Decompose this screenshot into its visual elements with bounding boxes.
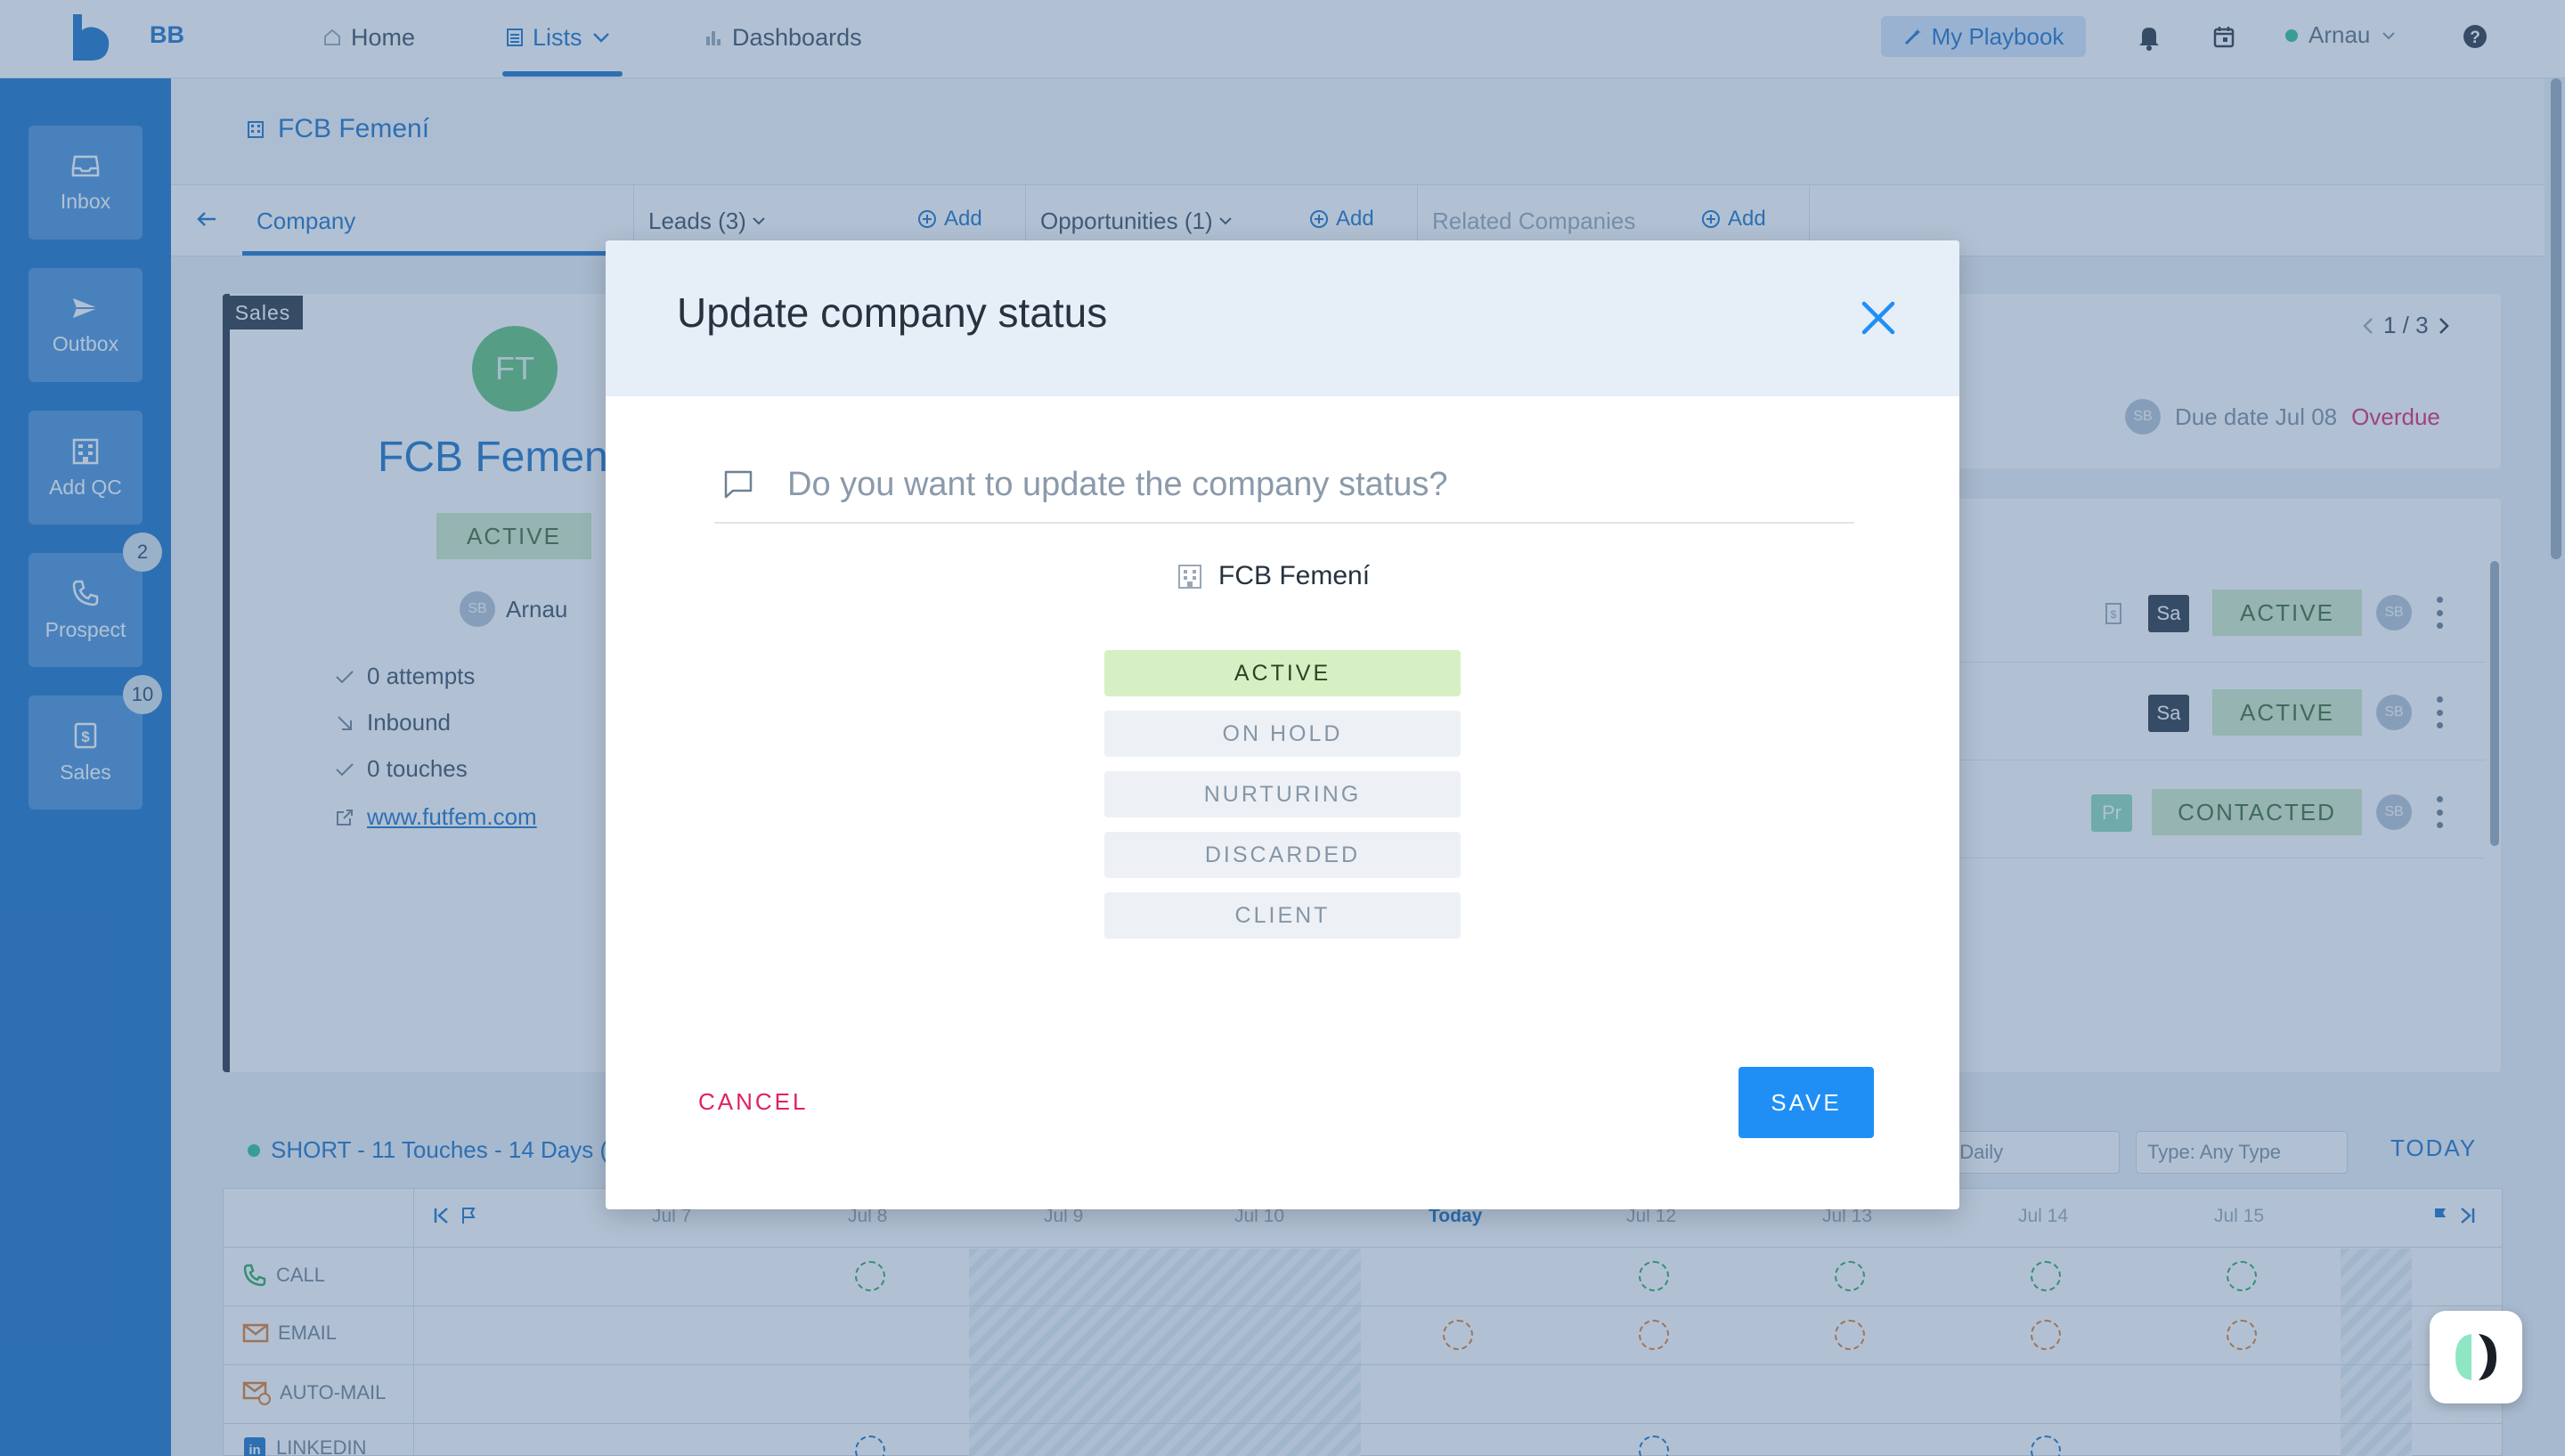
chat-widget-button[interactable]	[2430, 1311, 2522, 1403]
modal-title: Update company status	[677, 289, 1108, 336]
close-icon[interactable]	[1856, 296, 1901, 340]
modal-company: FCB Femení	[1176, 561, 1370, 591]
update-status-modal: Update company status Do you want to upd…	[606, 240, 1959, 1209]
save-button[interactable]: SAVE	[1738, 1067, 1874, 1138]
comment-icon	[721, 468, 755, 501]
building-icon	[1176, 562, 1204, 590]
status-option-nurturing[interactable]: NURTURING	[1104, 771, 1461, 817]
status-option-active[interactable]: ACTIVE	[1104, 650, 1461, 696]
status-option-on-hold[interactable]: ON HOLD	[1104, 711, 1461, 757]
chat-logo-icon	[2445, 1329, 2507, 1386]
status-option-discarded[interactable]: DISCARDED	[1104, 832, 1461, 878]
cancel-button[interactable]: CANCEL	[698, 1088, 808, 1116]
status-option-client[interactable]: CLIENT	[1104, 892, 1461, 939]
modal-company-name: FCB Femení	[1218, 561, 1371, 590]
modal-question: Do you want to update the company status…	[714, 447, 1854, 524]
question-text: Do you want to update the company status…	[787, 465, 1448, 503]
